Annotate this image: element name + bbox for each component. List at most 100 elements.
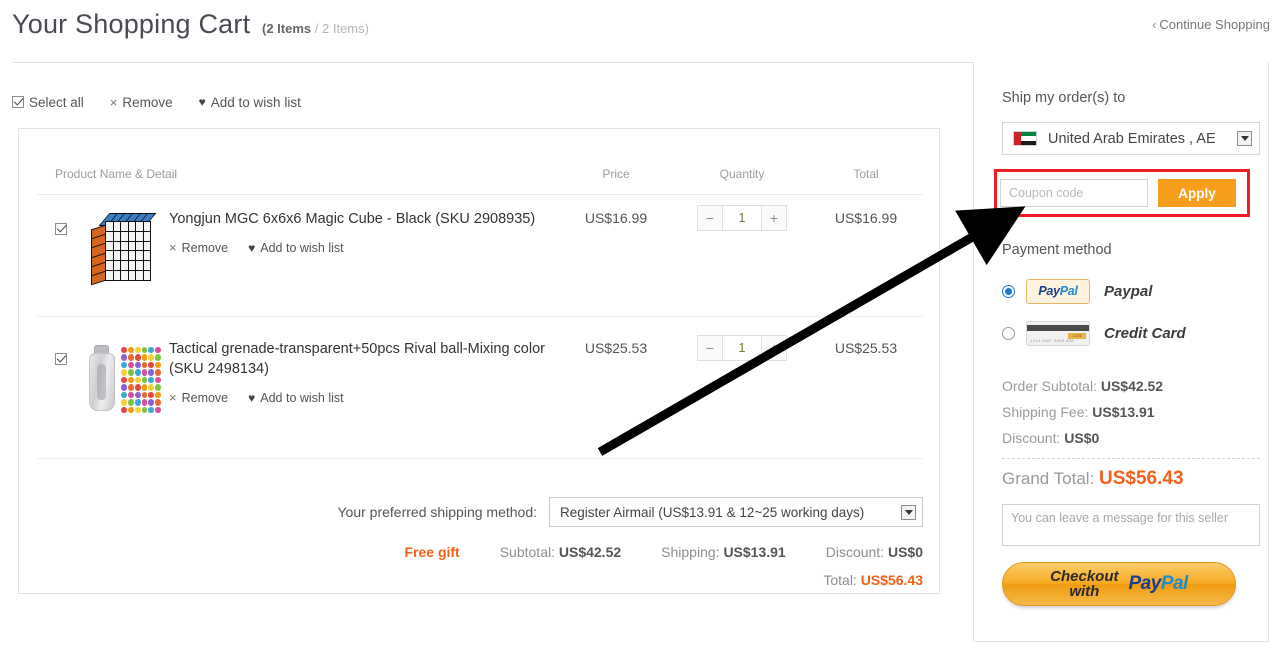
coupon-row: Apply — [1000, 179, 1244, 207]
remove-selected-label: Remove — [122, 94, 173, 110]
paypal-logo-icon: PayPal — [1128, 573, 1189, 595]
apply-coupon-button[interactable]: Apply — [1158, 179, 1236, 207]
row-remove-label: Remove — [181, 240, 229, 255]
magic-cube-icon — [91, 213, 157, 286]
row-wishlist-button[interactable]: ♥ Add to wish list — [248, 240, 344, 255]
summary-order-subtotal: Order Subtotal: US$42.52 — [1002, 378, 1163, 394]
seller-message-input[interactable] — [1002, 504, 1260, 546]
checkout-sidebar: Ship my order(s) to United Arab Emirates… — [973, 62, 1269, 642]
summary-grand-total: Grand Total: US$56.43 — [1002, 468, 1184, 490]
product-info: Tactical grenade-transparent+50pcs Rival… — [169, 339, 559, 405]
summary-order-subtotal-value: US$42.52 — [1100, 378, 1164, 394]
cart-shipping: Shipping: US$13.91 — [661, 544, 786, 560]
payment-option-credit-card[interactable]: 1234 1234 4567 8888 888 Credit Card — [1002, 318, 1242, 348]
select-all-checkbox-icon[interactable] — [12, 96, 24, 108]
add-selected-to-wishlist-button[interactable]: ♥ Add to wish list — [199, 95, 301, 110]
column-header-product: Product Name & Detail — [55, 167, 178, 181]
row-wishlist-label: Add to wish list — [260, 390, 344, 405]
cart-totals-line-2: Total: US$56.43 — [37, 569, 923, 591]
ship-to-label: Ship my order(s) to — [1002, 90, 1126, 106]
radio-paypal-icon[interactable] — [1002, 284, 1015, 298]
summary-order-subtotal-label: Order Subtotal: — [1002, 378, 1097, 394]
card-number-microtext: 1234 4567 8888 888 — [1030, 337, 1074, 343]
checkout-with-paypal-button[interactable]: Checkout with PayPal — [1002, 562, 1236, 606]
heart-icon: ♥ — [248, 240, 256, 255]
continue-shopping-link[interactable]: ‹ Continue Shopping — [1152, 17, 1270, 32]
cart-subtotal-label: Subtotal: — [499, 544, 555, 560]
row-wishlist-label: Add to wish list — [260, 240, 344, 255]
quantity-increase-button[interactable]: + — [761, 335, 787, 361]
payment-option-paypal[interactable]: Pay Pal Paypal — [1002, 276, 1242, 306]
shipping-method-select[interactable]: Register Airmail (US$13.91 & 12~25 worki… — [549, 497, 923, 527]
page-title: Your Shopping Cart — [12, 9, 251, 39]
checkout-paypal-pal: Pal — [1160, 573, 1189, 594]
chevron-down-icon[interactable] — [901, 504, 916, 520]
product-thumbnail-magic-cube[interactable] — [85, 209, 163, 289]
chevron-left-icon: ‹ — [1152, 17, 1157, 32]
payment-method-label: Payment method — [1002, 242, 1112, 258]
cart-discount: Discount: US$0 — [826, 544, 923, 560]
checkout-paypal-pay: Pay — [1128, 573, 1162, 594]
country-select[interactable]: United Arab Emirates , AE — [1002, 122, 1260, 155]
item-count-separator: / — [311, 21, 322, 36]
page-header: Your Shopping Cart (2 Items / 2 Items) ‹… — [0, 0, 1280, 62]
shipping-method-row: Your preferred shipping method: Register… — [37, 493, 923, 531]
row-select-checkbox-icon[interactable] — [55, 353, 67, 365]
heart-icon: ♥ — [248, 390, 256, 405]
quantity-value[interactable]: 1 — [723, 335, 761, 361]
product-name-link[interactable]: Tactical grenade-transparent+50pcs Rival… — [169, 339, 559, 379]
row-select-checkbox-icon[interactable] — [55, 223, 67, 235]
summary-shipping-fee-label: Shipping Fee: — [1002, 404, 1089, 420]
close-icon: × — [169, 240, 177, 255]
flag-uae-icon — [1013, 131, 1037, 146]
cart-items-panel: Product Name & Detail Price Quantity Tot… — [18, 128, 940, 594]
item-count-selected: (2 Items — [262, 21, 312, 36]
cart-totals-line-1: Free gift Subtotal: US$42.52 Shipping: U… — [37, 541, 923, 563]
paypal-mark-pal: Pal — [1059, 284, 1078, 298]
row-remove-button[interactable]: × Remove — [169, 390, 228, 405]
row-remove-label: Remove — [181, 390, 229, 405]
coupon-code-input[interactable] — [1000, 179, 1148, 207]
select-all-control[interactable]: Select all — [12, 95, 84, 110]
cart-table-header: Product Name & Detail Price Quantity Tot… — [37, 167, 923, 195]
product-name-link[interactable]: Yongjun MGC 6x6x6 Magic Cube - Black (SK… — [169, 209, 559, 229]
close-icon: × — [169, 390, 177, 405]
cart-shipping-value: US$13.91 — [723, 544, 786, 560]
chevron-down-icon[interactable] — [1237, 131, 1252, 146]
heart-icon: ♥ — [198, 95, 206, 109]
item-count: (2 Items / 2 Items) — [262, 21, 369, 36]
summary-grand-total-label: Grand Total: — [1002, 469, 1095, 488]
free-gift-badge[interactable]: Free gift — [404, 544, 459, 560]
summary-shipping-fee: Shipping Fee: US$13.91 — [1002, 404, 1155, 420]
row-price: US$25.53 — [584, 340, 648, 356]
column-header-quantity: Quantity — [719, 167, 765, 181]
cart-shipping-label: Shipping: — [661, 544, 720, 560]
table-row: Yongjun MGC 6x6x6 Magic Cube - Black (SK… — [37, 205, 923, 317]
row-total: US$16.99 — [834, 210, 898, 226]
summary-grand-total-value: US$56.43 — [1099, 468, 1184, 489]
quantity-decrease-button[interactable]: − — [697, 335, 723, 361]
shipping-method-label: Your preferred shipping method: — [337, 504, 538, 520]
remove-selected-button[interactable]: × Remove — [110, 95, 173, 110]
summary-shipping-fee-value: US$13.91 — [1092, 404, 1155, 420]
item-count-total: 2 Items) — [321, 21, 369, 36]
cart-total-label: Total: — [823, 572, 857, 588]
row-remove-button[interactable]: × Remove — [169, 240, 228, 255]
cart-discount-label: Discount: — [825, 544, 885, 560]
table-row: Tactical grenade-transparent+50pcs Rival… — [37, 335, 923, 459]
continue-shopping-label: Continue Shopping — [1159, 17, 1270, 32]
quantity-decrease-button[interactable]: − — [697, 205, 723, 231]
payment-option-credit-card-label: Credit Card — [1104, 324, 1186, 342]
quantity-value[interactable]: 1 — [723, 205, 761, 231]
row-actions: × Remove ♥ Add to wish list — [169, 240, 559, 255]
quantity-increase-button[interactable]: + — [761, 205, 787, 231]
row-wishlist-button[interactable]: ♥ Add to wish list — [248, 390, 344, 405]
column-header-price: Price — [602, 167, 630, 181]
checkout-button-label: Checkout with — [1050, 569, 1118, 599]
radio-credit-card-icon[interactable] — [1002, 326, 1015, 340]
paypal-mark-pay: Pay — [1038, 284, 1060, 298]
row-price: US$16.99 — [584, 210, 648, 226]
product-thumbnail-grenade[interactable] — [85, 339, 163, 419]
payment-option-paypal-label: Paypal — [1104, 282, 1153, 300]
credit-card-icon: 1234 1234 4567 8888 888 — [1026, 320, 1090, 346]
